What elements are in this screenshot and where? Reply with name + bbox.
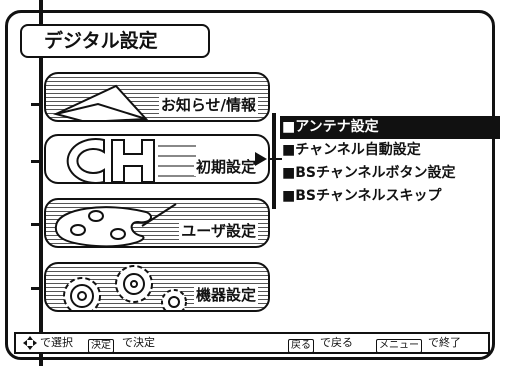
menu-item-label: 初期設定: [193, 158, 258, 176]
exit-hint: で終了: [428, 336, 461, 349]
submenu-item-auto-channel[interactable]: ■チャンネル自動設定: [280, 139, 500, 162]
back-key: 戻る: [288, 336, 316, 354]
dpad-icon: [22, 335, 38, 357]
tree-tick: [31, 103, 43, 106]
select-hint: で選択: [40, 336, 73, 349]
submenu-item-antenna[interactable]: ■アンテナ設定: [280, 116, 500, 139]
back-hint: で戻る: [320, 336, 353, 349]
decide-key: 決定: [88, 336, 116, 354]
tree-tick: [31, 223, 43, 226]
menu-item-user-settings[interactable]: ユーザ設定: [44, 198, 270, 248]
menu-item-label: 機器設定: [193, 286, 258, 304]
menu-item-label: ユーザ設定: [179, 222, 258, 240]
submenu-item-bs-skip[interactable]: ■BSチャンネルスキップ: [280, 185, 500, 208]
menu-key-label: メニュー: [376, 339, 422, 353]
menu-key: メニュー: [376, 336, 424, 354]
back-key-label: 戻る: [288, 339, 314, 353]
menu-item-label: お知らせ/情報: [158, 96, 258, 114]
menu-item-news[interactable]: お知らせ/情報: [44, 72, 270, 122]
tree-tick: [31, 287, 43, 290]
arrow-right-icon: [255, 152, 267, 166]
settings-screen: デジタル設定 お知らせ/情報 初期設定 ユーザ設定 機器設定 ■アンテナ設定 ■…: [0, 0, 506, 366]
submenu-bar: [272, 113, 276, 209]
page-title: デジタル設定: [20, 24, 210, 58]
submenu-item-bs-button[interactable]: ■BSチャンネルボタン設定: [280, 162, 500, 185]
footer-help-bar: で選択 決定 で決定 戻る で戻る メニュー で終了: [14, 332, 490, 354]
menu-item-initial-settings[interactable]: 初期設定: [44, 134, 270, 184]
decide-hint: で決定: [122, 336, 155, 349]
menu-item-device-settings[interactable]: 機器設定: [44, 262, 270, 312]
decide-key-label: 決定: [88, 339, 114, 353]
tree-tick: [31, 160, 43, 163]
submenu: ■アンテナ設定 ■チャンネル自動設定 ■BSチャンネルボタン設定 ■BSチャンネ…: [280, 116, 500, 208]
